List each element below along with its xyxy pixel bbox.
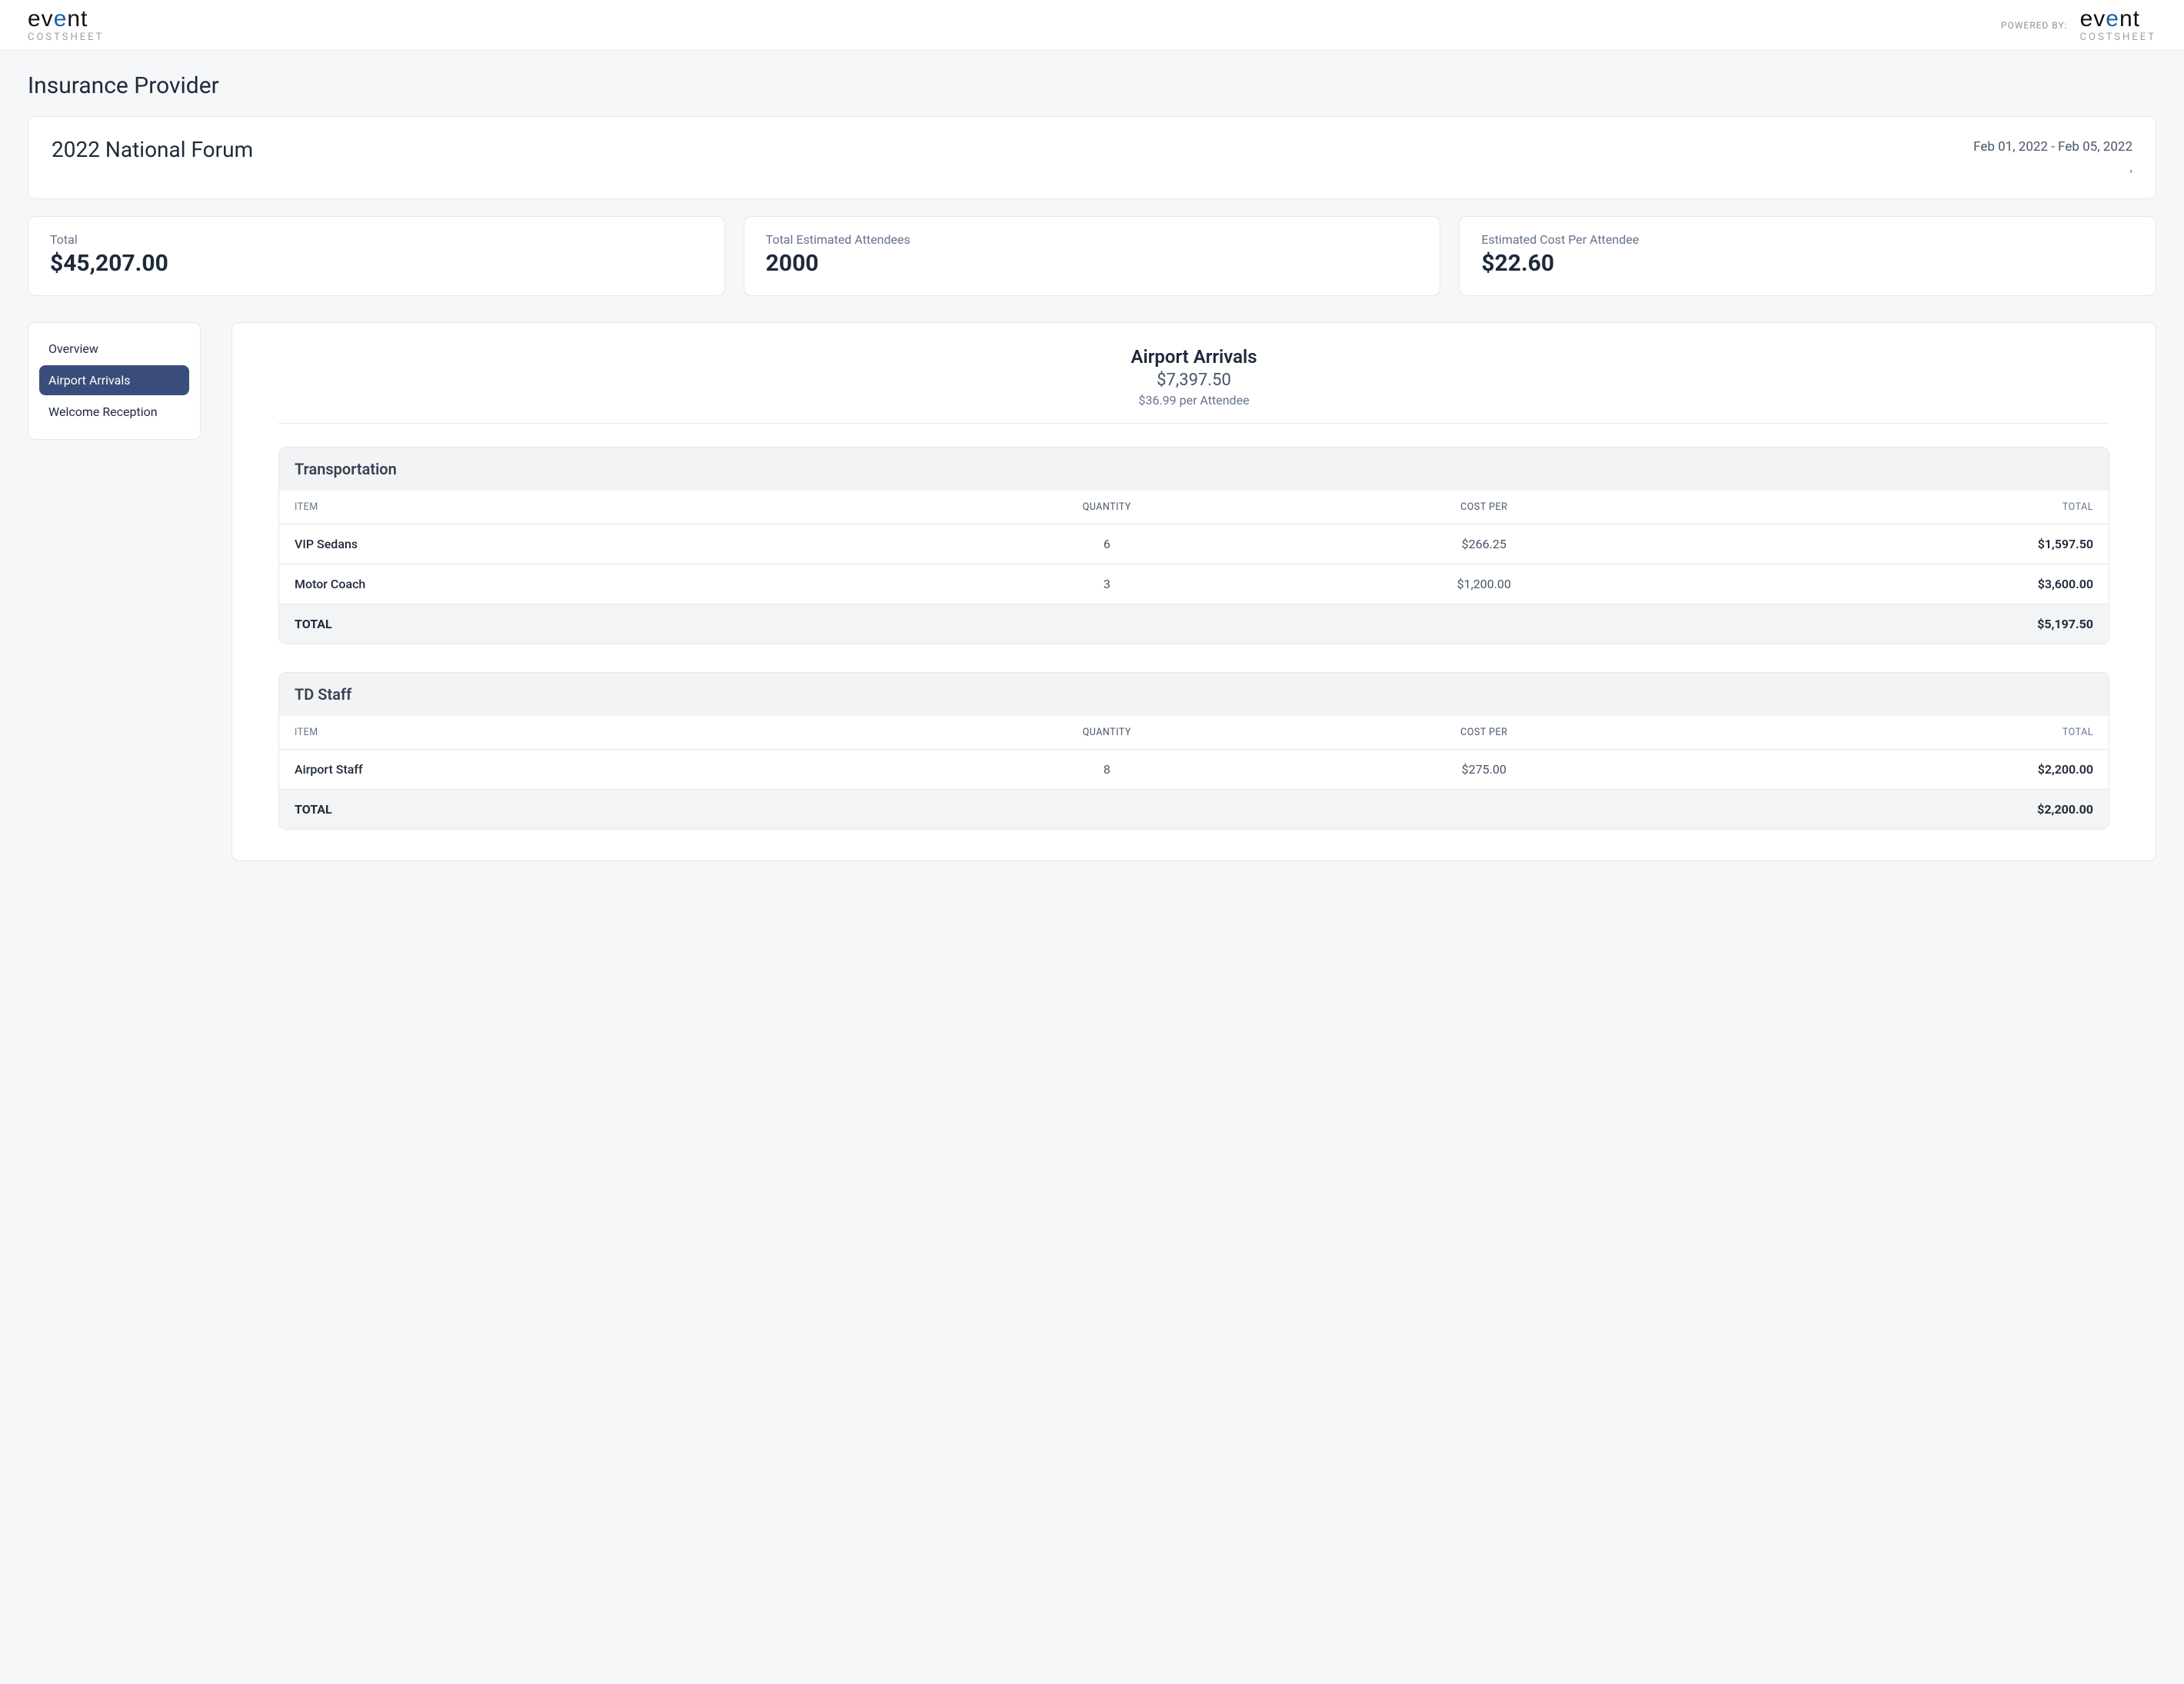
content-panel: Airport Arrivals $7,397.50 $36.99 per At… [231,322,2156,861]
powered-by-label: POWERED BY: [2001,20,2068,31]
table-row: Airport Staff 8 $275.00 $2,200.00 [279,749,2109,789]
sidebar-item-label: Overview [48,341,98,356]
page-title: Insurance Provider [28,72,2156,99]
cell-item: Airport Staff [295,762,933,777]
stat-value: $22.60 [1481,250,2134,277]
section-header: Airport Arrivals $7,397.50 $36.99 per At… [278,346,2109,424]
logo-subtext: COSTSHEET [2080,32,2156,42]
stat-value: 2000 [766,250,1419,277]
powered-by-logo: event COSTSHEET [2080,8,2156,42]
cell-total: $1,597.50 [1687,537,2093,551]
stat-label: Estimated Cost Per Attendee [1481,232,2134,247]
category-card-transportation: Transportation ITEM QUANTITY COST PER TO… [278,447,2109,644]
col-quantity: QUANTITY [933,501,1281,513]
section-amount: $7,397.50 [278,371,2109,390]
col-item: ITEM [295,501,933,513]
col-item: ITEM [295,727,933,738]
total-label: TOTAL [295,802,933,817]
sidebar: Overview Airport Arrivals Welcome Recept… [28,322,201,440]
event-location: , [1973,158,2132,178]
section-title: Airport Arrivals [278,346,2109,368]
logo-word: event [2080,8,2156,31]
stat-label: Total [50,232,703,247]
total-value: $5,197.50 [1687,617,2093,631]
total-label: TOTAL [295,617,933,631]
sidebar-item-airport-arrivals[interactable]: Airport Arrivals [39,365,189,395]
stats-row: Total $45,207.00 Total Estimated Attende… [28,216,2156,296]
cell-cost-per: $1,200.00 [1281,577,1687,591]
logo-subtext: COSTSHEET [28,32,104,42]
top-bar: event COSTSHEET POWERED BY: event COSTSH… [0,0,2184,51]
event-dates: Feb 01, 2022 - Feb 05, 2022 , [1973,137,2132,178]
total-value: $2,200.00 [1687,802,2093,817]
category-card-td-staff: TD Staff ITEM QUANTITY COST PER TOTAL Ai… [278,672,2109,830]
event-date-range: Feb 01, 2022 - Feb 05, 2022 [1973,137,2132,158]
col-total: TOTAL [1687,727,2093,738]
event-summary-card: 2022 National Forum Feb 01, 2022 - Feb 0… [28,116,2156,199]
table-total-row: TOTAL $2,200.00 [279,789,2109,829]
sidebar-item-welcome-reception[interactable]: Welcome Reception [39,397,189,427]
cell-cost-per: $275.00 [1281,762,1687,777]
table-header: ITEM QUANTITY COST PER TOTAL [279,716,2109,749]
table-row: VIP Sedans 6 $266.25 $1,597.50 [279,524,2109,564]
stat-label: Total Estimated Attendees [766,232,1419,247]
cell-quantity: 8 [933,762,1281,777]
col-quantity: QUANTITY [933,727,1281,738]
cell-item: VIP Sedans [295,537,933,551]
category-title: Transportation [279,448,2109,491]
cell-cost-per: $266.25 [1281,537,1687,551]
sidebar-item-overview[interactable]: Overview [39,334,189,364]
col-cost-per: COST PER [1281,501,1687,513]
event-name: 2022 National Forum [52,137,253,162]
stat-cost-per-attendee: Estimated Cost Per Attendee $22.60 [1459,216,2156,296]
cell-quantity: 6 [933,537,1281,551]
cell-item: Motor Coach [295,577,933,591]
stat-total: Total $45,207.00 [28,216,725,296]
cell-total: $3,600.00 [1687,577,2093,591]
col-total: TOTAL [1687,501,2093,513]
sidebar-item-label: Welcome Reception [48,404,158,419]
category-title: TD Staff [279,673,2109,716]
app-logo: event COSTSHEET [28,8,104,42]
stat-value: $45,207.00 [50,250,703,277]
section-per-attendee: $36.99 per Attendee [278,393,2109,408]
powered-by: POWERED BY: event COSTSHEET [2001,8,2156,42]
table-header: ITEM QUANTITY COST PER TOTAL [279,491,2109,524]
cell-total: $2,200.00 [1687,762,2093,777]
sidebar-item-label: Airport Arrivals [48,373,131,388]
cell-quantity: 3 [933,577,1281,591]
col-cost-per: COST PER [1281,727,1687,738]
stat-attendees: Total Estimated Attendees 2000 [744,216,1441,296]
table-row: Motor Coach 3 $1,200.00 $3,600.00 [279,564,2109,604]
table-total-row: TOTAL $5,197.50 [279,604,2109,644]
logo-word: event [28,8,104,31]
